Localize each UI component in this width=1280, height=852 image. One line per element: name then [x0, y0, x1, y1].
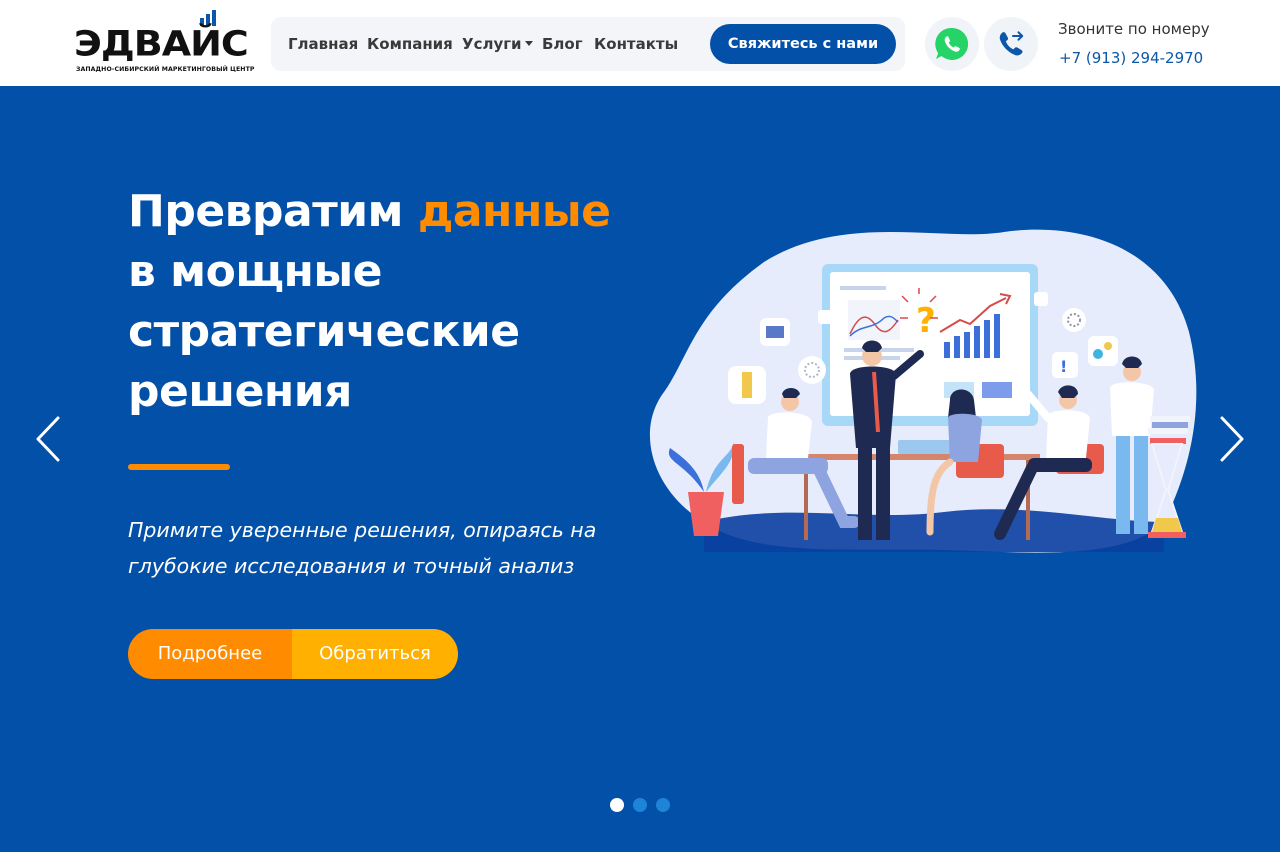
nav-item-services-label: Услуги: [462, 35, 522, 53]
caret-down-icon: [524, 40, 533, 46]
logo-wordmark: ЭДВАЙС: [74, 23, 249, 64]
hero-title: Превратим данные в мощные стратегические …: [128, 182, 668, 422]
hero-button-group: Подробнее Обратиться: [128, 629, 458, 679]
logo-subtitle: ЗАПАДНО-СИБИРСКИЙ МАРКЕТИНГОВЫЙ ЦЕНТР: [76, 66, 255, 73]
nav-item-blog[interactable]: Блог: [542, 35, 583, 53]
apply-button[interactable]: Обратиться: [292, 629, 458, 679]
call-button[interactable]: [984, 17, 1038, 71]
carousel-dot-3[interactable]: [656, 798, 670, 812]
site-header: ЭДВАЙС ЗАПАДНО-СИБИРСКИЙ МАРКЕТИНГОВЫЙ Ц…: [0, 0, 1280, 86]
carousel-indicators: [610, 798, 674, 812]
nav-item-company[interactable]: Компания: [367, 35, 453, 53]
svg-text:?: ?: [916, 301, 936, 341]
nav-item-services[interactable]: Услуги: [462, 35, 533, 53]
contact-us-button[interactable]: Свяжитесь с нами: [710, 24, 896, 64]
whatsapp-button[interactable]: [925, 17, 979, 71]
more-button[interactable]: Подробнее: [128, 629, 292, 679]
carousel-dot-1[interactable]: [610, 798, 624, 812]
main-nav: Главная Компания Услуги Блог Контакты Св…: [271, 17, 905, 71]
logo[interactable]: ЭДВАЙС ЗАПАДНО-СИБИРСКИЙ МАРКЕТИНГОВЫЙ Ц…: [74, 10, 256, 78]
hero-title-before: Превратим: [128, 186, 418, 237]
phone-forward-icon: [999, 31, 1024, 56]
carousel-dot-2[interactable]: [633, 798, 647, 812]
phone-number-link[interactable]: +7 (913) 294-2970: [1059, 49, 1203, 67]
whatsapp-icon: [935, 27, 969, 60]
prev-slide-icon[interactable]: [34, 416, 64, 462]
next-slide-icon[interactable]: [1216, 416, 1246, 462]
hero-divider: [128, 464, 230, 470]
team-meeting-illustration: ? !: [649, 229, 1197, 553]
call-label: Звоните по номеру: [1058, 20, 1210, 38]
nav-item-contacts[interactable]: Контакты: [594, 35, 678, 53]
hero-carousel: Превратим данные в мощные стратегические …: [0, 86, 1280, 852]
hero-title-accent: данные: [417, 186, 611, 237]
hero-title-after: в мощные стратегические решения: [128, 246, 520, 417]
svg-text:!: !: [1060, 357, 1067, 376]
nav-item-home[interactable]: Главная: [288, 35, 358, 53]
hero-subtitle: Примите уверенные решения, опираясь на г…: [128, 518, 597, 578]
